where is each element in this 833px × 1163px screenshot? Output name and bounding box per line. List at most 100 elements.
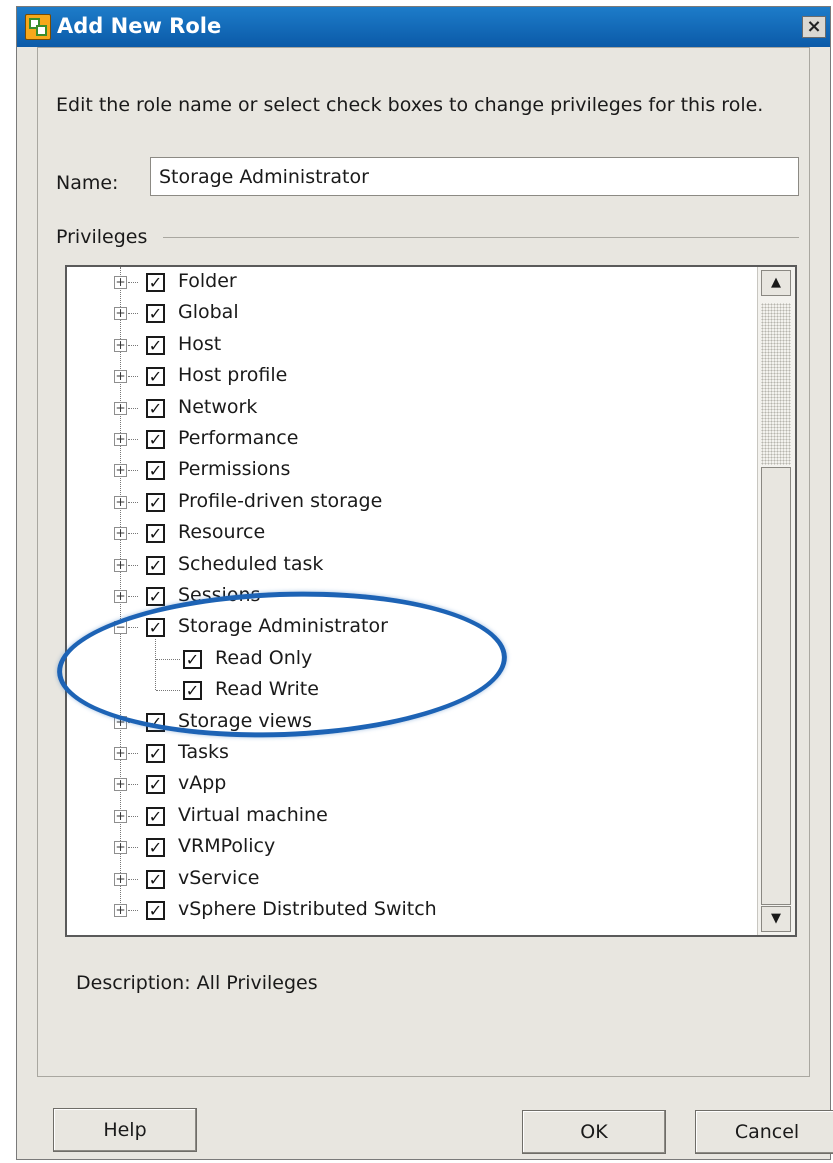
tree-item[interactable]: + ✓ Permissions <box>67 456 747 486</box>
tree-item[interactable]: + ✓ Host <box>67 331 747 361</box>
privilege-label: Sessions <box>178 584 261 606</box>
plus-icon[interactable]: + <box>114 464 127 478</box>
plus-icon[interactable]: + <box>114 904 127 917</box>
tree-item[interactable]: + ✓ Storage views <box>67 708 747 738</box>
plus-icon[interactable]: + <box>114 370 127 384</box>
close-icon[interactable]: × <box>802 16 826 38</box>
plus-icon[interactable]: + <box>114 841 127 855</box>
scroll-up-arrow-icon[interactable]: ▲ <box>761 270 791 296</box>
plus-icon[interactable]: + <box>114 338 127 352</box>
tree-connector <box>128 282 138 283</box>
privilege-checkbox[interactable]: ✓ <box>183 681 202 701</box>
tree-item[interactable]: + ✓ Global <box>67 299 747 329</box>
privilege-checkbox[interactable]: ✓ <box>146 335 165 355</box>
name-label: Name: <box>56 172 119 194</box>
privilege-label: Profile-driven storage <box>178 489 383 512</box>
plus-icon[interactable]: + <box>114 307 127 321</box>
tree-connector <box>128 627 138 629</box>
privilege-label: Global <box>178 301 239 324</box>
plus-icon[interactable]: + <box>114 715 127 729</box>
privilege-checkbox[interactable]: ✓ <box>146 712 165 732</box>
tree-item[interactable]: + ✓ Network <box>67 394 747 424</box>
intro-text: Edit the role name or select check boxes… <box>56 94 764 116</box>
tree-item[interactable]: + ✓ Virtual machine <box>67 802 747 832</box>
tree-item[interactable]: + ✓ Tasks <box>67 739 747 769</box>
privilege-checkbox[interactable]: ✓ <box>146 587 165 606</box>
plus-icon[interactable]: + <box>114 433 127 446</box>
tree-connector <box>128 533 138 535</box>
privileges-tree[interactable]: + ✓ Folder + ✓ Global + ✓ Host + ✓ Host profile + ✓ Ne… <box>65 265 797 937</box>
tree-item[interactable]: + ✓ vService <box>67 865 747 895</box>
privilege-checkbox[interactable]: ✓ <box>146 618 165 638</box>
privilege-label: Network <box>178 395 258 418</box>
tree-item[interactable]: + ✓ Folder <box>67 268 747 298</box>
privilege-checkbox[interactable]: ✓ <box>183 649 202 669</box>
plus-icon[interactable]: + <box>114 558 127 572</box>
privilege-label: Scheduled task <box>178 552 324 575</box>
privilege-label: Resource <box>178 521 266 544</box>
help-button[interactable]: Help <box>53 1108 197 1152</box>
privilege-checkbox[interactable]: ✓ <box>146 775 165 795</box>
tree-item[interactable]: + ✓ VRMPolicy <box>67 833 747 863</box>
scroll-track[interactable] <box>761 303 791 465</box>
tree-item[interactable]: + ✓ Resource <box>67 519 747 549</box>
scroll-down-arrow-icon[interactable]: ▼ <box>761 906 791 932</box>
dialog-content: Edit the role name or select check boxes… <box>37 47 810 1077</box>
privileges-label: Privileges <box>56 226 148 248</box>
minus-icon[interactable]: − <box>114 621 127 635</box>
privilege-checkbox[interactable]: ✓ <box>146 492 165 512</box>
cancel-button[interactable]: Cancel <box>695 1110 833 1154</box>
privilege-label: Tasks <box>178 741 229 763</box>
scroll-thumb[interactable] <box>761 467 791 905</box>
add-new-role-dialog: Add New Role × Edit the role name or sel… <box>16 6 833 1160</box>
tree-item[interactable]: + ✓ Performance <box>67 425 747 455</box>
privilege-label: Read Write <box>215 678 319 701</box>
tree-rows: + ✓ Folder + ✓ Global + ✓ Host + ✓ Host profile + ✓ Ne… <box>67 267 757 935</box>
tree-child-item[interactable]: ✓ Read Write <box>67 676 747 706</box>
plus-icon[interactable]: + <box>114 495 127 509</box>
tree-child-item[interactable]: ✓ Read Only <box>67 645 747 675</box>
plus-icon[interactable]: + <box>114 747 127 760</box>
tree-connector <box>128 847 138 849</box>
privilege-checkbox[interactable]: ✓ <box>146 524 165 544</box>
vertical-scrollbar[interactable]: ▲ ▼ <box>757 267 795 935</box>
tree-item[interactable]: + ✓ Host profile <box>67 362 747 392</box>
tree-item[interactable]: + ✓ Profile-driven storage <box>67 488 747 518</box>
description-label: Description: <box>76 972 191 994</box>
privilege-checkbox[interactable]: ✓ <box>146 555 165 575</box>
role-icon <box>25 14 51 40</box>
privilege-checkbox[interactable]: ✓ <box>146 398 165 418</box>
tree-item[interactable]: + ✓ Sessions <box>67 582 747 612</box>
privilege-checkbox[interactable]: ✓ <box>146 367 165 387</box>
privilege-checkbox[interactable]: ✓ <box>146 869 165 889</box>
plus-icon[interactable]: + <box>114 401 127 415</box>
privilege-checkbox[interactable]: ✓ <box>146 430 165 449</box>
privilege-checkbox[interactable]: ✓ <box>146 806 165 826</box>
privilege-checkbox[interactable]: ✓ <box>146 744 165 763</box>
privilege-label: Storage views <box>178 709 313 732</box>
tree-connector <box>128 313 138 315</box>
role-name-input[interactable] <box>150 157 799 196</box>
privilege-label: Storage Administrator <box>178 615 388 638</box>
tree-item[interactable]: + ✓ vApp <box>67 770 747 800</box>
tree-connector <box>128 596 138 597</box>
privilege-label: Virtual machine <box>178 803 328 826</box>
plus-icon[interactable]: + <box>114 590 127 603</box>
ok-button[interactable]: OK <box>522 1110 666 1154</box>
tree-item[interactable]: + ✓ Scheduled task <box>67 551 747 581</box>
privilege-checkbox[interactable]: ✓ <box>146 304 165 324</box>
privilege-label: vService <box>178 866 260 889</box>
privilege-checkbox[interactable]: ✓ <box>146 273 165 292</box>
tree-item[interactable]: − ✓ Storage Administrator <box>67 613 747 643</box>
plus-icon[interactable]: + <box>114 872 127 886</box>
privilege-checkbox[interactable]: ✓ <box>146 838 165 858</box>
plus-icon[interactable]: + <box>114 276 127 289</box>
plus-icon[interactable]: + <box>114 527 127 541</box>
privilege-label: vApp <box>178 772 227 795</box>
privilege-checkbox[interactable]: ✓ <box>146 901 165 920</box>
plus-icon[interactable]: + <box>114 809 127 823</box>
plus-icon[interactable]: + <box>114 778 127 792</box>
tree-connector <box>128 784 138 786</box>
privilege-checkbox[interactable]: ✓ <box>146 461 165 481</box>
tree-item[interactable]: + ✓ vSphere Distributed Switch <box>67 896 747 926</box>
